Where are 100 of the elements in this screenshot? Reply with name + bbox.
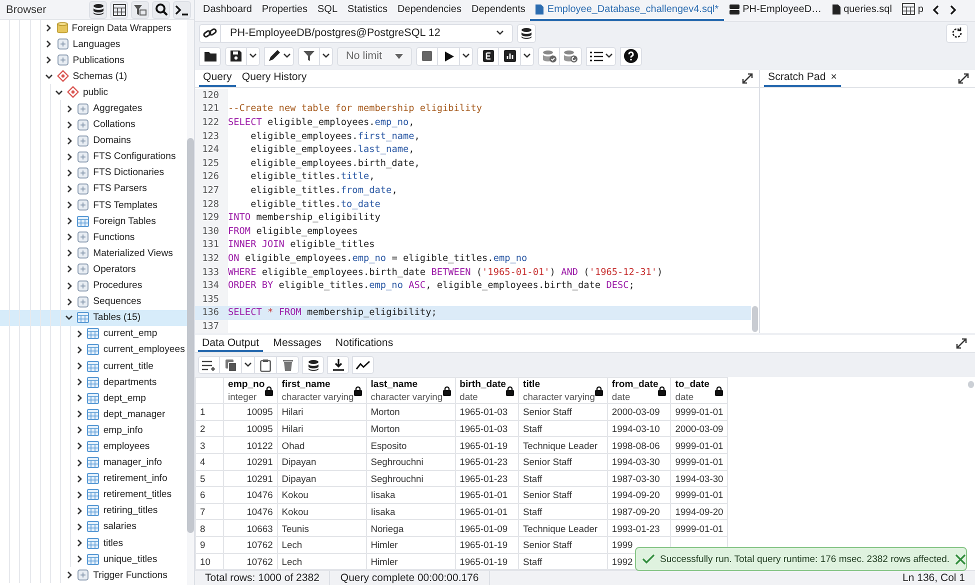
tree-item[interactable]: FTS Parsers <box>0 180 187 198</box>
line-number: 124 <box>201 144 219 156</box>
tree-item[interactable]: Languages <box>0 36 187 52</box>
tree-item[interactable]: FTS Dictionaries <box>0 164 187 181</box>
tree-item[interactable]: dept_manager <box>0 406 187 422</box>
tab[interactable]: Statistics <box>342 0 393 21</box>
query-status: Query complete 00:00:00.176 <box>330 571 490 585</box>
table-cell: Hilari <box>277 420 366 437</box>
tab[interactable]: Dependents <box>466 0 530 21</box>
tree-item[interactable]: salaries <box>0 518 187 535</box>
line-number: 126 <box>201 171 219 182</box>
column-name: title <box>523 378 542 391</box>
tree-item[interactable]: Schemas (1) <box>0 68 187 84</box>
tree-item[interactable]: manager_info <box>0 454 187 471</box>
table-cell: 1965-01-19 <box>455 436 518 454</box>
tree-item[interactable]: FTS Templates <box>0 197 187 214</box>
tree-item[interactable]: Tables (15) <box>0 310 187 326</box>
tab[interactable]: Scratch Pad × <box>764 70 841 86</box>
column-header[interactable]: last_name character varying <box>366 378 455 404</box>
tab[interactable]: Dependencies <box>392 0 466 21</box>
table-cell: Noriega <box>366 520 456 536</box>
tree-item[interactable]: retirement_titles <box>0 486 187 503</box>
line-number: 134 <box>201 280 219 292</box>
table-cell: 10476 <box>224 486 278 504</box>
column-header[interactable]: to_date date <box>671 378 728 404</box>
tree-item[interactable]: Materialized Views <box>0 245 187 262</box>
tab[interactable]: queries.sql <box>826 0 897 21</box>
table-cell: Seghrouchni <box>366 470 456 487</box>
tab[interactable]: Properties <box>256 0 312 21</box>
tree-item[interactable]: Aggregates <box>0 100 187 117</box>
tree-item[interactable]: Procedures <box>0 278 187 294</box>
line-number: 125 <box>201 158 219 169</box>
line-number: 130 <box>201 226 219 237</box>
code-line: FROM eligible_employees <box>228 226 358 237</box>
tree-item[interactable]: current_emp <box>0 326 187 342</box>
tree-item[interactable]: retiring_titles <box>0 502 187 519</box>
row-number: 9 <box>196 536 224 554</box>
tree-item[interactable]: emp_info <box>0 422 187 438</box>
code-line: eligible_employees.birth_date, <box>250 158 420 169</box>
tab[interactable]: Query History <box>238 70 311 86</box>
tab[interactable]: Query <box>199 70 236 86</box>
column-header[interactable]: birth_date date <box>456 378 518 404</box>
tree-item[interactable]: public <box>0 84 187 100</box>
row-number: 6 <box>196 486 224 504</box>
table-cell: Morton <box>366 404 456 420</box>
row-number: 4 <box>196 453 224 470</box>
code-line: ORDER BY eligible_titles.emp_no ASC, eligible_employees.birth_date DESC; <box>228 280 634 292</box>
tree-item[interactable]: titles <box>0 535 187 552</box>
tree-item[interactable]: Foreign Tables <box>0 213 187 230</box>
column-name: last_name <box>370 378 419 391</box>
tree-item[interactable]: Operators <box>0 261 187 278</box>
column-name: from_date <box>612 378 658 391</box>
table-cell: 1994-03-30 <box>607 453 671 470</box>
table-cell: 1965-01-03 <box>455 420 518 437</box>
table-cell: Lech <box>277 536 366 554</box>
tree-item[interactable]: retirement_info <box>0 470 187 487</box>
tree-item[interactable]: dept_emp <box>0 390 187 406</box>
tree-item[interactable]: Domains <box>0 132 187 149</box>
tree-item[interactable]: Trigger Functions <box>0 567 187 584</box>
tab[interactable]: Dashboard <box>198 0 257 21</box>
tree-item[interactable]: current_title <box>0 358 187 374</box>
table-cell: 1994-09-20 <box>607 486 671 504</box>
tab[interactable]: Employee_Database_challengev4.sql* <box>530 0 724 21</box>
column-name: first_name <box>282 378 332 391</box>
tab[interactable]: PH-EmployeeD… <box>724 0 827 21</box>
column-header[interactable]: from_date date <box>608 378 670 404</box>
table-cell: 2000-03-09 <box>670 420 728 437</box>
table-cell: Staff <box>518 420 608 437</box>
table-cell: 1987-09-20 <box>607 503 671 520</box>
table-cell: Kokou <box>277 503 366 520</box>
tab[interactable]: Messages <box>269 335 326 352</box>
tab[interactable]: SQL <box>312 0 343 21</box>
table-cell: 1965-01-01 <box>455 486 518 504</box>
tree-item[interactable]: Foreign Data Wrappers <box>0 20 187 36</box>
tab[interactable]: Notifications <box>331 335 398 352</box>
table-cell: 1965-01-01 <box>455 503 518 520</box>
tree-item[interactable]: unique_titles <box>0 551 187 568</box>
table-cell: 10291 <box>224 453 278 470</box>
tree-item[interactable]: FTS Configurations <box>0 148 187 165</box>
limit-dropdown[interactable]: No limit <box>337 46 412 66</box>
table-cell: Technique Leader <box>518 520 608 536</box>
table-cell: Hilari <box>277 404 366 420</box>
column-header[interactable]: title character varying <box>519 378 607 404</box>
table-cell: 10663 <box>224 520 278 536</box>
column-header[interactable]: first_name character varying <box>278 378 366 404</box>
column-header[interactable]: emp_no integer <box>224 378 277 404</box>
code-line: SELECT eligible_employees.emp_no, <box>228 116 414 128</box>
table-cell: Kokou <box>277 486 366 504</box>
tree-item[interactable]: departments <box>0 374 187 390</box>
tab[interactable]: p <box>896 0 928 21</box>
line-number: 132 <box>201 252 219 264</box>
tree-item[interactable]: Publications <box>0 52 187 68</box>
tree-item[interactable]: employees <box>0 438 187 455</box>
table-cell: Iisaka <box>366 486 456 504</box>
tree-item[interactable]: Collations <box>0 116 187 133</box>
tree-item[interactable]: Functions <box>0 229 187 246</box>
table-cell: 10291 <box>224 470 278 487</box>
connection-dropdown[interactable]: PH-EmployeeDB/postgres@PostgreSQL 12 <box>221 24 513 43</box>
tree-item[interactable]: current_employees <box>0 342 187 358</box>
code-line: eligible_employees.last_name, <box>250 144 414 156</box>
